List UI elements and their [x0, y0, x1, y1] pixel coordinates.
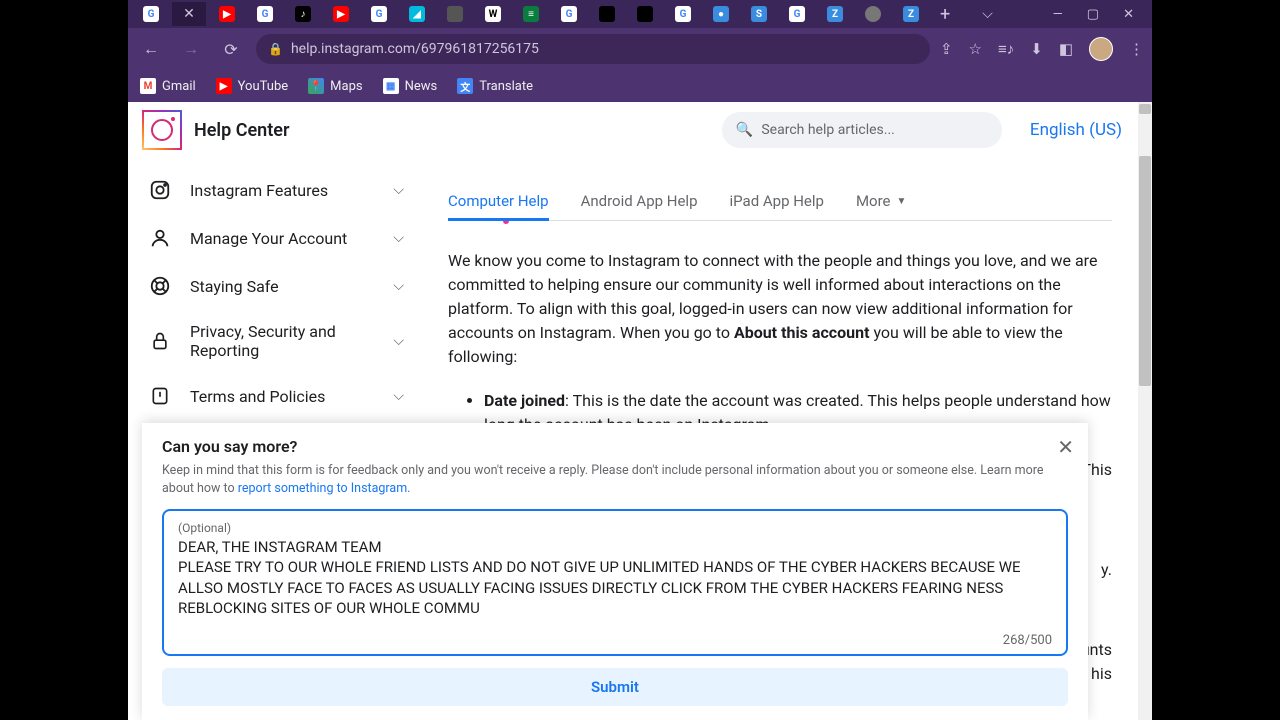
- sidepanel-icon[interactable]: ◧: [1059, 40, 1073, 58]
- download-icon[interactable]: ⬇: [1030, 40, 1043, 58]
- page-header: Help Center 🔍 Search help articles... En…: [128, 102, 1152, 158]
- url-input[interactable]: 🔒 help.instagram.com/697961817256175: [256, 34, 930, 64]
- instagram-logo-icon[interactable]: [142, 110, 182, 150]
- platform-tabs: Computer Help Android App Help iPad App …: [448, 182, 1112, 221]
- bookmark-gmail[interactable]: MGmail: [140, 78, 196, 94]
- tab[interactable]: ▶: [210, 2, 244, 26]
- tab[interactable]: Z: [818, 2, 852, 26]
- close-window-button[interactable]: ✕: [1123, 7, 1134, 22]
- article-intro: We know you come to Instagram to connect…: [448, 249, 1112, 369]
- reload-button[interactable]: ⟳: [216, 34, 246, 64]
- search-icon: 🔍: [736, 122, 753, 138]
- lock-icon: 🔒: [268, 42, 283, 56]
- tab-active[interactable]: ✕: [172, 2, 206, 26]
- sidebar-item-account[interactable]: Manage Your Account ⌵: [128, 214, 424, 262]
- feedback-title: Can you say more?: [162, 437, 1068, 456]
- tab[interactable]: ≡: [514, 2, 548, 26]
- submit-button[interactable]: Submit: [162, 668, 1068, 706]
- person-icon: [148, 226, 172, 250]
- tab[interactable]: [628, 2, 662, 26]
- tab-android[interactable]: Android App Help: [581, 182, 698, 220]
- tab[interactable]: G: [134, 2, 168, 26]
- feedback-textarea-wrap[interactable]: (Optional) 268/500: [162, 509, 1068, 656]
- tab[interactable]: G: [666, 2, 700, 26]
- maximize-button[interactable]: ▢: [1087, 7, 1099, 22]
- star-icon[interactable]: ☆: [969, 40, 982, 58]
- minimize-button[interactable]: —: [1053, 7, 1063, 22]
- feedback-textarea[interactable]: [178, 537, 1052, 627]
- chevron-down-icon: ⌵: [393, 230, 404, 246]
- address-bar: ← → ⟳ 🔒 help.instagram.com/6979618172561…: [128, 28, 1152, 70]
- feedback-panel: ✕ Can you say more? Keep in mind that th…: [142, 423, 1088, 720]
- alert-icon: [148, 384, 172, 408]
- sidebar-item-features[interactable]: Instagram Features ⌵: [128, 166, 424, 214]
- menu-icon[interactable]: ⋮: [1129, 40, 1144, 58]
- optional-label: (Optional): [178, 521, 1052, 535]
- bookmark-news[interactable]: ▦News: [383, 78, 438, 94]
- playlist-icon[interactable]: ≡♪: [998, 40, 1014, 58]
- tab[interactable]: G: [552, 2, 586, 26]
- page-title: Help Center: [194, 120, 289, 141]
- tab[interactable]: Z: [894, 2, 928, 26]
- tab-overflow[interactable]: ⌵: [962, 6, 1013, 22]
- close-icon[interactable]: ✕: [1057, 435, 1074, 459]
- tab[interactable]: ♪: [286, 2, 320, 26]
- tab[interactable]: G: [248, 2, 282, 26]
- page-content: Help Center 🔍 Search help articles... En…: [128, 102, 1152, 720]
- lifebuoy-icon: [148, 274, 172, 298]
- tab[interactable]: W: [476, 2, 510, 26]
- forward-button: →: [176, 34, 206, 64]
- profile-avatar[interactable]: [1089, 37, 1113, 61]
- search-placeholder: Search help articles...: [761, 122, 895, 138]
- sidebar-item-safe[interactable]: Staying Safe ⌵: [128, 262, 424, 310]
- feedback-hint: Keep in mind that this form is for feedb…: [162, 462, 1068, 497]
- bookmark-youtube[interactable]: ▶YouTube: [216, 78, 289, 94]
- tab[interactable]: ▶: [324, 2, 358, 26]
- report-link[interactable]: report something to Instagram.: [238, 481, 411, 496]
- tab[interactable]: [590, 2, 624, 26]
- lock-icon: [148, 329, 172, 353]
- tab-computer[interactable]: Computer Help: [448, 182, 549, 220]
- camera-icon: [148, 178, 172, 202]
- tab-more[interactable]: More▼: [856, 182, 906, 220]
- tab[interactable]: ◢: [400, 2, 434, 26]
- back-button[interactable]: ←: [136, 34, 166, 64]
- tab[interactable]: [438, 2, 472, 26]
- sidebar-item-terms[interactable]: Terms and Policies ⌵: [128, 372, 424, 420]
- bookmark-translate[interactable]: 文Translate: [457, 78, 533, 94]
- tab[interactable]: G: [362, 2, 396, 26]
- share-icon[interactable]: ⇪: [940, 40, 953, 58]
- tab[interactable]: [856, 2, 890, 26]
- char-counter: 268/500: [178, 633, 1052, 648]
- tab[interactable]: S: [742, 2, 776, 26]
- bookmark-maps[interactable]: 📍Maps: [308, 78, 362, 94]
- browser-tabbar: G ✕ ▶ G ♪ ▶ G ◢ W ≡ G G ● S G Z Z + ⌵ — …: [128, 0, 1152, 28]
- language-selector[interactable]: English (US): [1030, 120, 1122, 140]
- chevron-down-icon: ⌵: [393, 388, 404, 404]
- bookmarks-bar: MGmail ▶YouTube 📍Maps ▦News 文Translate: [128, 70, 1152, 102]
- sidebar-item-privacy[interactable]: Privacy, Security and Reporting ⌵: [128, 310, 424, 372]
- tab[interactable]: G: [780, 2, 814, 26]
- chevron-down-icon: ⌵: [393, 278, 404, 294]
- chevron-down-icon: ⌵: [393, 333, 404, 349]
- new-tab-button[interactable]: +: [932, 4, 958, 25]
- search-input[interactable]: 🔍 Search help articles...: [722, 112, 1002, 148]
- url-text: help.instagram.com/697961817256175: [291, 41, 539, 57]
- caret-down-icon: ▼: [897, 196, 907, 207]
- chevron-down-icon: ⌵: [393, 182, 404, 198]
- tab[interactable]: ●: [704, 2, 738, 26]
- tab-ipad[interactable]: iPad App Help: [730, 182, 824, 220]
